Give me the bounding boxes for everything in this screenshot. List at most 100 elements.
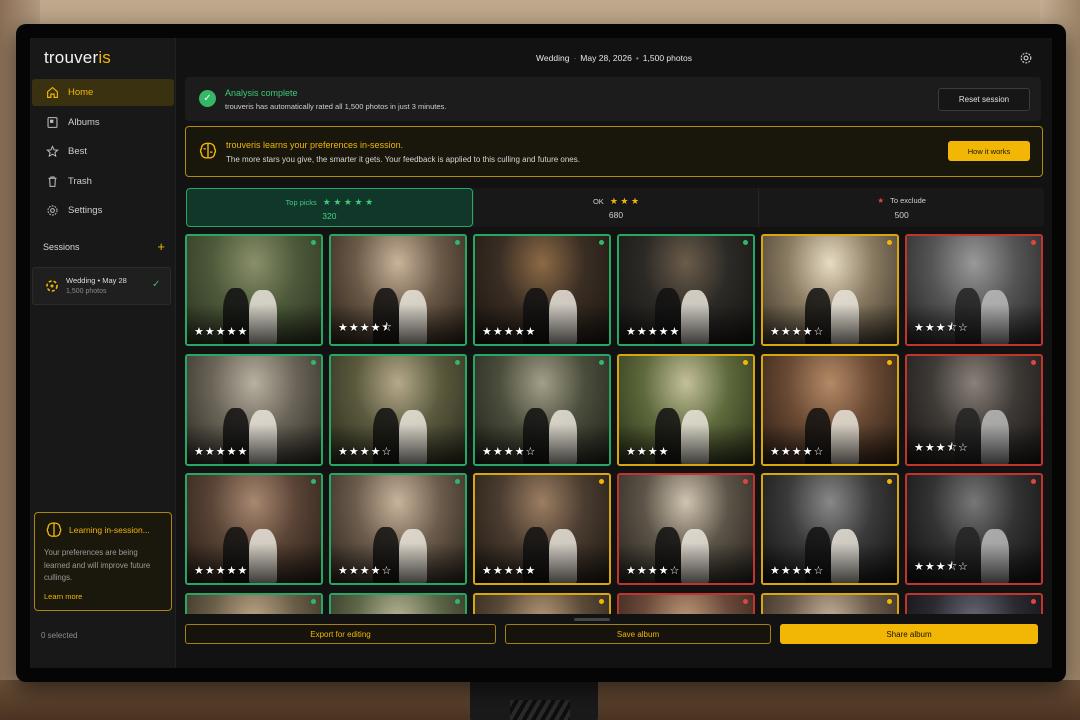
- sidebar-item-home[interactable]: Home: [32, 79, 174, 106]
- settings-gear-icon[interactable]: [1019, 51, 1033, 65]
- photo-shade: [619, 543, 753, 583]
- photo-thumbnail[interactable]: ★★★★☆: [761, 234, 899, 346]
- session-spinner-icon: [44, 278, 60, 294]
- event-date: May 28, 2026: [580, 53, 632, 63]
- photo-thumbnail[interactable]: ★★★★★: [185, 353, 323, 466]
- photo-thumbnail[interactable]: [329, 592, 467, 614]
- photo-rating[interactable]: ★★★★★: [482, 325, 536, 338]
- photo-rating[interactable]: ★★★⯪☆: [914, 319, 969, 338]
- status-dot: [1031, 479, 1036, 484]
- photo-rating[interactable]: ★★★★★: [194, 564, 248, 577]
- photo-thumbnail[interactable]: ★★★★☆: [761, 473, 899, 585]
- star-icon: ★: [877, 196, 885, 205]
- reset-session-button[interactable]: Reset session: [938, 88, 1030, 111]
- photo-thumbnail[interactable]: [185, 592, 323, 614]
- photo-image: [475, 594, 609, 614]
- photo-rating[interactable]: ★★★★★: [194, 445, 248, 458]
- scroll-handle[interactable]: [574, 618, 610, 621]
- photo-thumbnail[interactable]: ★★★★☆: [761, 353, 899, 466]
- status-dot: [311, 598, 316, 604]
- learning-title: Learning in-session...: [69, 525, 150, 535]
- trash-icon: [44, 173, 60, 189]
- status-dot: [743, 240, 748, 245]
- photo-rating[interactable]: ★★★★☆: [338, 564, 392, 577]
- status-dot: [599, 240, 604, 245]
- sidebar-item-albums[interactable]: Albums: [32, 109, 174, 136]
- photo-rating[interactable]: ★★★★: [626, 445, 669, 458]
- photo-thumbnail[interactable]: ★★★★★: [617, 234, 755, 346]
- share-album-button[interactable]: Share album: [780, 624, 1038, 644]
- photo-shade: [187, 304, 321, 344]
- tab-to-exclude[interactable]: ★ To exclude 500: [758, 188, 1044, 227]
- learning-card: Learning in-session... Your preferences …: [34, 512, 172, 611]
- photo-thumbnail[interactable]: ★★★★⯪: [329, 234, 467, 346]
- album-icon: [44, 114, 60, 130]
- sidebar-item-trash[interactable]: Trash: [32, 168, 174, 195]
- status-dot: [887, 359, 892, 365]
- save-album-button[interactable]: Save album: [505, 624, 771, 644]
- status-dot: [311, 479, 316, 484]
- photo-rating[interactable]: ★★★★★: [626, 325, 680, 338]
- photo-shade: [187, 543, 321, 583]
- sidebar-item-label: Best: [68, 146, 88, 157]
- sidebar-item-settings[interactable]: Settings: [32, 197, 174, 224]
- sidebar-item-label: Settings: [68, 205, 103, 216]
- photo-image: [763, 594, 897, 614]
- session-item[interactable]: Wedding • May 28 1,500 photos ✓: [32, 267, 171, 305]
- monitor-stand-vents: [510, 700, 570, 720]
- photo-rating[interactable]: ★★★★☆: [770, 325, 824, 338]
- how-it-works-button[interactable]: How it works: [948, 141, 1030, 161]
- photo-thumbnail[interactable]: ★★★★☆: [617, 473, 755, 585]
- photo-rating[interactable]: ★★★★★: [194, 325, 248, 338]
- sessions-label: Sessions: [43, 242, 80, 252]
- photo-thumbnail[interactable]: ★★★★★: [185, 234, 323, 346]
- tab-top-picks[interactable]: Top picks ★ ★ ★ ★ ★ 320: [186, 188, 473, 227]
- analysis-title: Analysis complete: [225, 88, 298, 98]
- photo-thumbnail[interactable]: ★★★★☆: [329, 473, 467, 585]
- photo-thumbnail[interactable]: ★★★★★: [185, 473, 323, 585]
- tab-label: To exclude: [890, 196, 926, 205]
- learning-description: Your preferences are being learned and w…: [44, 548, 151, 582]
- photo-rating[interactable]: ★★★★☆: [770, 445, 824, 458]
- photo-thumbnail[interactable]: [905, 592, 1043, 614]
- photo-rating[interactable]: ★★★★☆: [770, 564, 824, 577]
- photo-rating[interactable]: ★★★⯪☆: [914, 558, 969, 577]
- photo-thumbnail[interactable]: [617, 592, 755, 614]
- photo-rating[interactable]: ★★★★☆: [338, 445, 392, 458]
- photo-thumbnail[interactable]: [473, 592, 611, 614]
- photo-thumbnail[interactable]: ★★★★★: [473, 234, 611, 346]
- tab-count: 500: [894, 210, 909, 220]
- photo-thumbnail[interactable]: ★★★★: [617, 353, 755, 466]
- add-session-icon[interactable]: +: [157, 240, 165, 253]
- sidebar-item-label: Trash: [68, 175, 92, 187]
- status-dot: [455, 598, 460, 604]
- preferences-title: trouveris learns your preferences in-ses…: [226, 140, 404, 150]
- monitor: trouveris Home Albums Best Trash Setting…: [16, 24, 1066, 682]
- photo-grid: ★★★★★ ★★★★⯪ ★★★★★ ★★★★★ ★★★★☆ ★★★⯪☆ ★★★★★ ★★★★☆…: [185, 234, 1043, 614]
- photo-shade: [763, 304, 897, 344]
- main-content: Wedding · May 28, 2026 • 1,500 photos ✓ Anal…: [176, 38, 1052, 668]
- tab-count: 680: [608, 210, 624, 220]
- photo-rating[interactable]: ★★★★☆: [482, 445, 536, 458]
- sidebar-item-best[interactable]: Best: [32, 138, 174, 165]
- photo-thumbnail[interactable]: ★★★⯪☆: [905, 473, 1043, 585]
- brain-icon: [197, 140, 219, 162]
- photo-rating[interactable]: ★★★★☆: [626, 564, 680, 577]
- export-for-editing-button[interactable]: Export for editing: [185, 624, 496, 644]
- photo-thumbnail[interactable]: ★★★⯪☆: [905, 353, 1043, 466]
- photo-thumbnail[interactable]: ★★★★☆: [473, 353, 611, 466]
- photo-rating[interactable]: ★★★⯪☆: [914, 439, 969, 458]
- sessions-header: Sessions +: [43, 240, 165, 253]
- photo-thumbnail[interactable]: ★★★★☆: [329, 353, 467, 466]
- learn-more-link[interactable]: Learn more: [44, 592, 82, 601]
- status-dot: [599, 479, 604, 484]
- photo-thumbnail[interactable]: ★★★★★: [473, 473, 611, 585]
- photo-thumbnail[interactable]: ★★★⯪☆: [905, 234, 1043, 346]
- photo-shade: [475, 304, 609, 344]
- status-dot: [743, 359, 748, 365]
- photo-thumbnail[interactable]: [761, 592, 899, 614]
- photo-rating[interactable]: ★★★★★: [482, 564, 536, 577]
- photo-rating[interactable]: ★★★★⯪: [338, 319, 393, 338]
- tab-ok[interactable]: OK ★ ★ ★ 680: [472, 188, 759, 227]
- status-dot: [455, 359, 460, 365]
